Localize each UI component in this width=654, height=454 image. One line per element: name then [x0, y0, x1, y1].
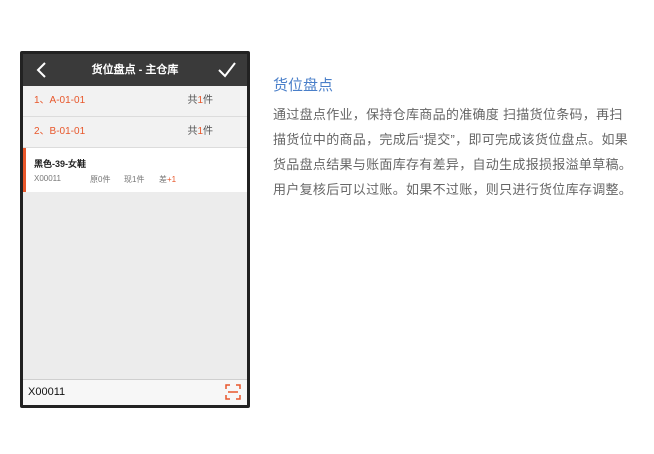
scan-bar	[23, 379, 247, 405]
scan-icon[interactable]	[225, 384, 241, 400]
location-code: 2、B-01-01	[34, 126, 86, 137]
item-original-qty: 原0件	[90, 175, 111, 184]
location-row[interactable]: 1、A-01-01 共1件	[23, 86, 247, 117]
checkmark-icon[interactable]	[217, 61, 237, 79]
phone-frame: 货位盘点 - 主仓库 1、A-01-01 共1件 2、B-01-01 共1件 黑…	[20, 51, 250, 408]
location-count: 共1件	[187, 126, 213, 137]
item-current-qty: 现1件	[124, 175, 145, 184]
item-sku: X00011	[34, 174, 61, 183]
item-name: 黑色-39-女鞋	[34, 159, 87, 169]
top-bar: 货位盘点 - 主仓库	[23, 54, 247, 86]
item-row[interactable]: 黑色-39-女鞋 X00011 原0件 现1件 差+1	[23, 148, 247, 192]
description-text: 通过盘点作业，保持仓库商品的准确度 扫描货位条码，再扫描货位中的商品，完成后“提…	[273, 107, 633, 197]
page-title: 货位盘点 - 主仓库	[91, 64, 179, 76]
selected-indicator	[23, 148, 26, 192]
location-row[interactable]: 2、B-01-01 共1件	[23, 117, 247, 148]
description-title: 货位盘点	[273, 77, 334, 94]
location-count: 共1件	[187, 95, 213, 106]
location-code: 1、A-01-01	[34, 95, 86, 106]
app-screen: 货位盘点 - 主仓库 1、A-01-01 共1件 2、B-01-01 共1件 黑…	[23, 54, 247, 405]
barcode-input[interactable]	[28, 380, 188, 405]
item-diff: 差+1	[159, 175, 177, 184]
